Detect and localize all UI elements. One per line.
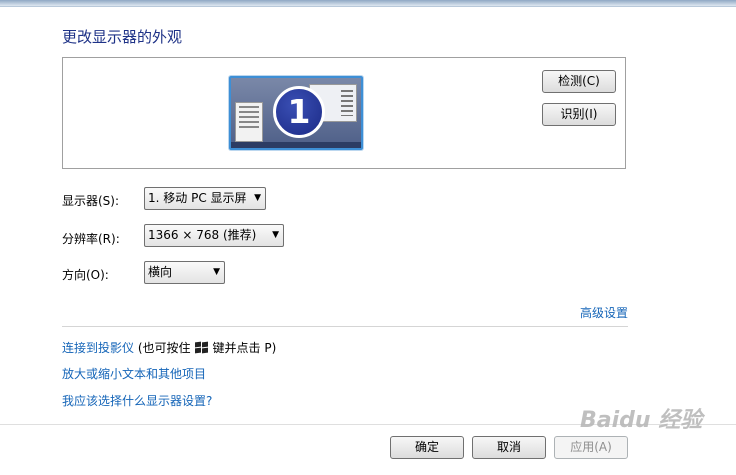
- projector-row: 连接到投影仪 (也可按住 键并点击 P): [62, 339, 276, 356]
- projector-hint-prefix: (也可按住: [137, 341, 191, 355]
- display-label: 显示器(S):: [62, 194, 120, 208]
- divider: [62, 326, 628, 327]
- mini-window-icon: [235, 102, 263, 142]
- resolution-label: 分辨率(R):: [62, 232, 120, 246]
- mini-taskbar: [231, 142, 361, 148]
- text-size-link[interactable]: 放大或缩小文本和其他项目: [62, 365, 206, 382]
- page-title: 更改显示器的外观: [62, 28, 183, 46]
- chevron-down-icon: ▼: [272, 230, 279, 240]
- connect-projector-link[interactable]: 连接到投影仪: [62, 341, 134, 355]
- display-select[interactable]: 1. 移动 PC 显示屏 ▼: [144, 187, 266, 210]
- window-top-border: [0, 0, 736, 7]
- windows-logo-icon: [194, 341, 209, 354]
- cancel-button[interactable]: 取消: [472, 436, 546, 459]
- resolution-select-value: 1366 × 768 (推荐): [148, 228, 257, 242]
- ok-button[interactable]: 确定: [390, 436, 464, 459]
- which-display-settings-link[interactable]: 我应该选择什么显示器设置?: [62, 392, 212, 409]
- chevron-down-icon: ▼: [254, 193, 261, 203]
- baidu-watermark: Baidu 经验: [580, 408, 703, 433]
- identify-button[interactable]: 识别(I): [542, 103, 616, 126]
- resolution-select[interactable]: 1366 × 768 (推荐) ▼: [144, 224, 284, 247]
- chevron-down-icon: ▼: [213, 267, 220, 277]
- orientation-select[interactable]: 横向 ▼: [144, 261, 225, 284]
- monitor-number-badge: 1: [273, 86, 325, 138]
- monitor-1-thumbnail[interactable]: 1: [229, 76, 363, 150]
- orientation-select-value: 横向: [148, 265, 173, 279]
- display-select-value: 1. 移动 PC 显示屏: [148, 191, 247, 205]
- display-preview-area: 1 检测(C) 识别(I): [62, 57, 626, 169]
- advanced-settings-link[interactable]: 高级设置: [580, 304, 628, 321]
- apply-button[interactable]: 应用(A): [554, 436, 628, 459]
- orientation-label: 方向(O):: [62, 268, 109, 282]
- detect-button[interactable]: 检测(C): [542, 70, 616, 93]
- projector-hint-suffix: 键并点击 P): [212, 341, 277, 355]
